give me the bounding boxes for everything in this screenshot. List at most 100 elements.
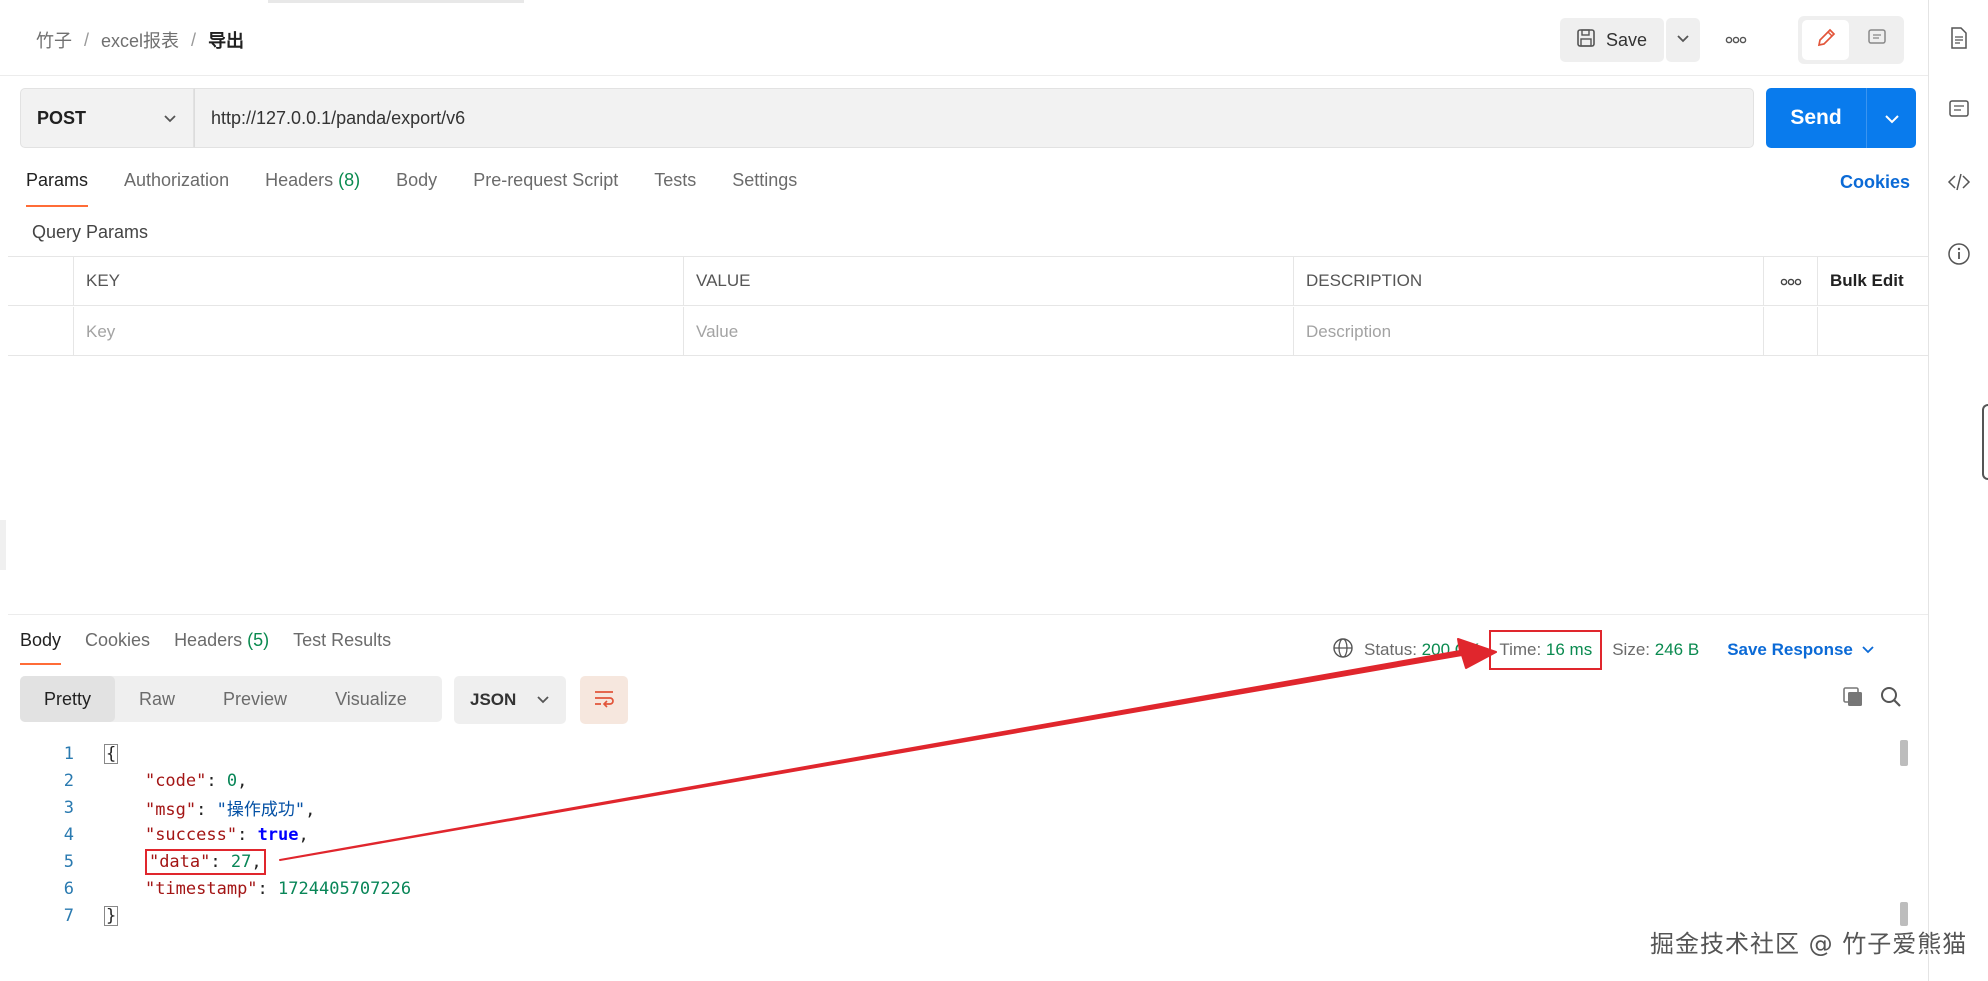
response-tabs: Body Cookies Headers (5) Test Results	[20, 630, 391, 665]
bulk-edit-button[interactable]: Bulk Edit	[1818, 257, 1928, 305]
code-icon[interactable]	[1947, 170, 1971, 194]
info-icon[interactable]	[1947, 242, 1971, 266]
send-options-button[interactable]	[1867, 106, 1916, 130]
floppy-disk-icon	[1576, 28, 1596, 53]
tab-response-cookies[interactable]: Cookies	[85, 630, 150, 665]
tab-indicator	[268, 0, 524, 3]
save-options-button[interactable]	[1666, 18, 1700, 62]
breadcrumb: 竹子 / excel报表 / 导出	[36, 27, 244, 53]
format-select[interactable]: JSON	[454, 676, 566, 724]
key-input[interactable]: Key	[74, 307, 684, 356]
sidebar-drag-handle[interactable]	[1982, 404, 1988, 480]
value-input[interactable]: Value	[684, 307, 1294, 356]
description-column-header: DESCRIPTION	[1294, 257, 1764, 305]
breadcrumb-item-request[interactable]: 导出	[208, 27, 244, 53]
size-value: 246 B	[1654, 640, 1700, 659]
save-response-button[interactable]: Save Response	[1727, 640, 1875, 660]
code-line: 4 "success": true,	[20, 821, 1900, 848]
method-select[interactable]: POST	[20, 88, 194, 148]
headers-count: (8)	[338, 170, 361, 190]
json-value: true	[257, 824, 299, 845]
pane-resize-handle[interactable]	[0, 520, 6, 570]
format-value: JSON	[470, 690, 517, 709]
tab-tests[interactable]: Tests	[654, 170, 696, 207]
column-options-button[interactable]	[1764, 257, 1818, 305]
chevron-down-icon	[1676, 31, 1690, 49]
cookies-link[interactable]: Cookies	[1840, 172, 1910, 193]
json-key: "msg"	[144, 800, 197, 820]
tab-settings[interactable]: Settings	[732, 170, 797, 207]
row-spacer	[1764, 307, 1818, 356]
breadcrumb-item-workspace[interactable]: 竹子	[36, 27, 72, 53]
more-actions-button[interactable]	[1716, 18, 1756, 62]
line-number: 5	[63, 851, 74, 872]
right-sidebar	[1928, 0, 1988, 981]
send-button[interactable]: Send	[1766, 88, 1916, 148]
url-value: http://127.0.0.1/panda/export/v6	[211, 107, 466, 128]
globe-icon[interactable]	[1332, 637, 1354, 664]
url-input[interactable]: http://127.0.0.1/panda/export/v6	[194, 88, 1754, 148]
line-number: 4	[63, 824, 74, 845]
breadcrumb-item-collection[interactable]: excel报表	[101, 27, 179, 53]
tab-authorization[interactable]: Authorization	[124, 170, 229, 207]
method-value: POST	[37, 107, 87, 128]
view-preview[interactable]: Preview	[199, 676, 311, 722]
tab-headers[interactable]: Headers (8)	[265, 170, 360, 207]
search-icon[interactable]	[1880, 686, 1902, 713]
json-value: 1724405707226	[278, 878, 412, 899]
response-meta: Status: 200 OK Time: 16 ms Size: 246 B S…	[1332, 630, 1875, 670]
code-line: 6 "timestamp": 1724405707226	[20, 875, 1900, 902]
json-value: 27	[230, 851, 252, 872]
chevron-down-icon	[1884, 106, 1900, 130]
breadcrumb-separator: /	[84, 29, 90, 50]
json-brace: {	[104, 743, 119, 764]
wrap-lines-button[interactable]	[580, 676, 628, 724]
scrollbar-thumb[interactable]	[1900, 740, 1908, 766]
json-key: "code"	[144, 770, 207, 791]
pencil-icon	[1815, 27, 1837, 54]
copy-icon[interactable]	[1842, 686, 1864, 713]
more-horizontal-icon	[1780, 271, 1802, 291]
view-mode-selector: Pretty Raw Preview Visualize	[20, 676, 442, 722]
tab-params[interactable]: Params	[26, 170, 89, 207]
line-number: 7	[63, 905, 74, 926]
response-time[interactable]: Time: 16 ms	[1489, 630, 1603, 670]
response-body-editor[interactable]: 1 { 2 "code": 0, 3 "msg": "操作成功", 4 "suc…	[20, 740, 1900, 929]
json-key: "timestamp"	[144, 878, 258, 899]
json-value: 0	[226, 770, 238, 791]
response-divider[interactable]	[8, 614, 1928, 615]
description-input[interactable]: Description	[1294, 307, 1764, 356]
save-button[interactable]: Save	[1560, 18, 1664, 62]
response-size[interactable]: Size: 246 B	[1612, 640, 1699, 660]
chevron-down-icon	[536, 690, 550, 710]
tab-response-headers[interactable]: Headers (5)	[174, 630, 269, 665]
send-label: Send	[1790, 106, 1842, 129]
json-key: "success"	[144, 824, 238, 845]
more-horizontal-icon	[1725, 31, 1747, 49]
chevron-down-icon	[1861, 640, 1875, 660]
code-line: 1 {	[20, 740, 1900, 767]
tab-response-body[interactable]: Body	[20, 630, 62, 665]
tab-body[interactable]: Body	[396, 170, 437, 207]
json-value: "操作成功"	[216, 800, 306, 820]
row-spacer	[1818, 307, 1928, 356]
comments-icon[interactable]	[1947, 98, 1971, 122]
line-number: 3	[63, 797, 74, 818]
tab-pre-request-script[interactable]: Pre-request Script	[473, 170, 618, 207]
code-line: 7 }	[20, 902, 1900, 929]
document-icon[interactable]	[1947, 26, 1971, 50]
status-value: 200 OK	[1421, 640, 1480, 659]
chevron-down-icon	[163, 108, 177, 129]
line-number: 6	[63, 878, 74, 899]
edit-mode-button[interactable]	[1802, 20, 1849, 60]
response-headers-count: (5)	[247, 630, 270, 650]
view-visualize[interactable]: Visualize	[311, 676, 431, 722]
row-checkbox-cell	[8, 307, 74, 356]
scrollbar-thumb[interactable]	[1900, 902, 1908, 926]
view-pretty[interactable]: Pretty	[20, 676, 116, 722]
comment-mode-button[interactable]	[1853, 20, 1900, 60]
view-raw[interactable]: Raw	[115, 676, 199, 722]
checkbox-column-header	[8, 257, 74, 305]
status-indicator[interactable]: Status: 200 OK	[1364, 640, 1479, 660]
tab-test-results[interactable]: Test Results	[293, 630, 391, 665]
